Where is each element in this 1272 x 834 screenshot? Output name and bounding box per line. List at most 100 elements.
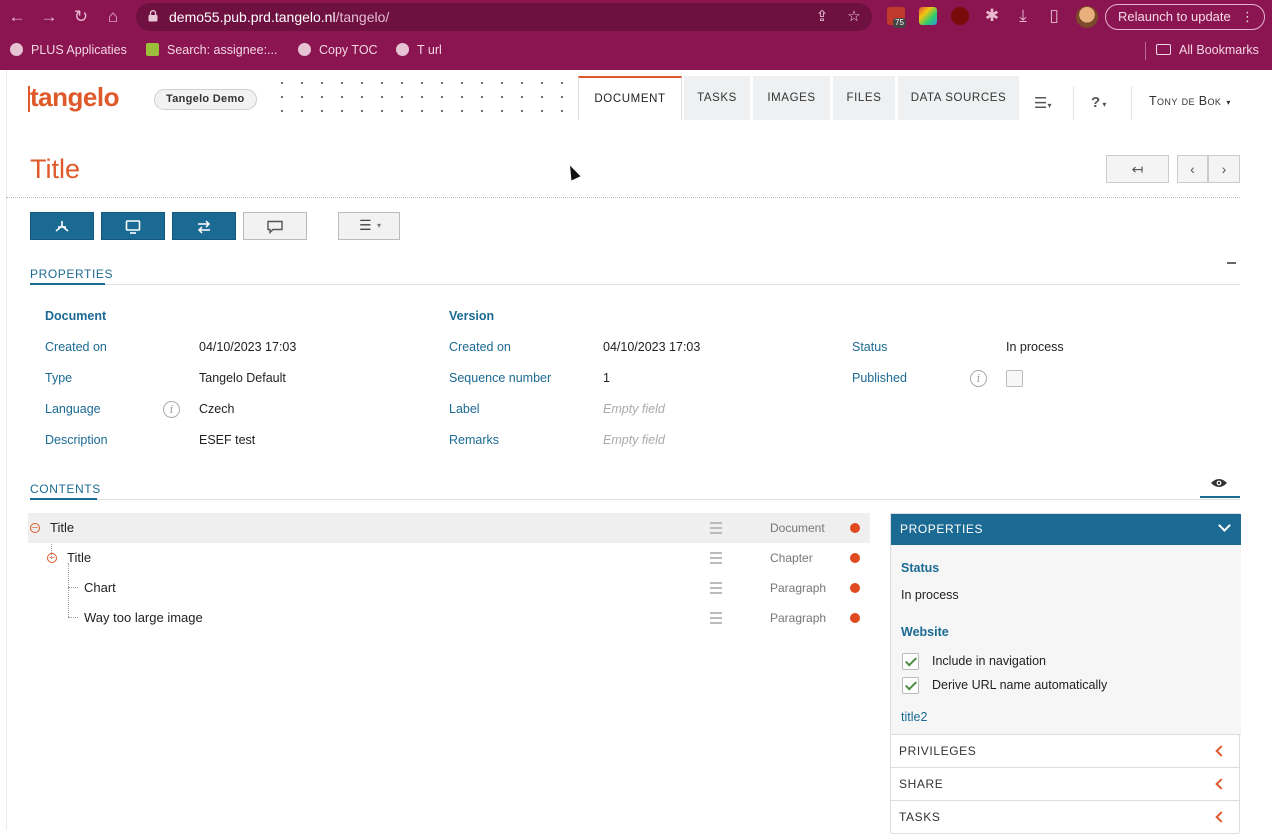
doc-type-value[interactable]: Tangelo Default [199, 371, 286, 385]
tree-item-label[interactable]: Way too large image [84, 610, 203, 625]
jira-icon [146, 43, 159, 56]
puzzle-extensions-icon[interactable]: ✱ [981, 5, 1003, 27]
tree-item-label[interactable]: Chart [84, 580, 116, 595]
bookmark-plus-applicaties[interactable]: PLUS Applicaties [10, 43, 127, 57]
chevron-down-icon[interactable] [1218, 519, 1231, 532]
eye-underline [1200, 496, 1240, 498]
privileges-accordion[interactable]: PRIVILEGES [891, 735, 1239, 768]
back-to-list-button[interactable]: ↤ [1106, 155, 1169, 183]
tree-item-label[interactable]: Title [50, 520, 74, 535]
derive-url-checkbox[interactable] [902, 677, 919, 694]
forward-arrow-icon[interactable]: → [38, 6, 60, 28]
tree-item-type: Paragraph [770, 611, 827, 625]
ver-label-field[interactable]: Empty field [603, 402, 665, 416]
properties-section-title[interactable]: PROPERTIES [30, 267, 113, 281]
globe-icon [10, 43, 23, 56]
collapse-toggle-icon[interactable]: – [30, 523, 40, 533]
share-icon[interactable]: ⇪ [812, 7, 832, 27]
bookmark-label: T url [417, 43, 442, 57]
contents-section-title[interactable]: CONTENTS [30, 482, 101, 496]
drag-handle-icon[interactable] [710, 552, 722, 564]
share-accordion[interactable]: SHARE [891, 768, 1239, 801]
address-bar[interactable]: demo55.pub.prd.tangelo.nl/tangelo/ ⇪ ☆ [136, 3, 872, 31]
accordion-label: PRIVILEGES [899, 744, 977, 758]
url-text[interactable]: demo55.pub.prd.tangelo.nl/tangelo/ [169, 9, 389, 25]
app: tangelo Tangelo Demo DOCUMENT TASKS IMAG… [0, 70, 1272, 834]
ublock-extension-icon[interactable] [951, 7, 969, 25]
comment-button[interactable] [243, 212, 307, 240]
tree-item-label[interactable]: Title [67, 550, 91, 565]
all-bookmarks[interactable]: All Bookmarks [1156, 43, 1259, 57]
tangelo-logo[interactable]: tangelo [28, 82, 119, 113]
pdf-icon [55, 221, 69, 232]
ver-created-label: Created on [449, 340, 511, 354]
relaunch-button[interactable]: Relaunch to update ⋮ [1105, 4, 1265, 30]
side-properties-panel: PROPERTIES Status In process Website Inc… [890, 513, 1241, 834]
doc-description-label: Description [45, 433, 108, 447]
browser-chrome: ← → ↻ ⌂ demo55.pub.prd.tangelo.nl/tangel… [0, 0, 1272, 70]
collapse-icon[interactable] [1227, 262, 1236, 264]
info-icon[interactable]: i [970, 370, 987, 387]
more-actions-dropdown[interactable]: ☰ ▾ [338, 212, 400, 240]
relaunch-label: Relaunch to update [1118, 9, 1231, 24]
bookmark-search-assignee[interactable]: Search: assignee:... [146, 43, 277, 57]
tree-row[interactable]: Way too large image Paragraph [28, 603, 870, 633]
drag-handle-icon[interactable] [710, 582, 722, 594]
collapse-toggle-icon[interactable]: – [47, 553, 57, 563]
tab-tasks[interactable]: TASKS [684, 76, 750, 120]
bookmark-copy-toc[interactable]: Copy TOC [298, 43, 378, 57]
tab-files[interactable]: FILES [833, 76, 895, 120]
side-status-heading: Status [901, 561, 940, 575]
contents-underline [30, 498, 97, 500]
include-navigation-checkbox[interactable] [902, 653, 919, 670]
star-icon[interactable]: ☆ [844, 7, 864, 27]
published-checkbox[interactable] [1006, 370, 1023, 387]
bookmarks-bar: PLUS Applicaties Search: assignee:... Co… [0, 36, 1272, 66]
drag-handle-icon[interactable] [710, 612, 722, 624]
properties-underline [30, 283, 105, 285]
globe-icon [298, 43, 311, 56]
preview-button[interactable] [101, 212, 165, 240]
profile-avatar[interactable] [1076, 6, 1098, 28]
eye-icon[interactable] [1210, 477, 1228, 489]
home-icon[interactable]: ⌂ [102, 6, 124, 28]
status-label: Status [852, 340, 888, 354]
back-arrow-icon[interactable]: ← [6, 6, 28, 28]
download-icon[interactable]: ⤓ [1012, 5, 1034, 27]
bookmark-t-url[interactable]: T url [396, 43, 442, 57]
more-vert-icon: ⋮ [1241, 9, 1254, 24]
website-heading: Website [901, 625, 949, 639]
reload-icon[interactable]: ↻ [70, 6, 92, 28]
environment-badge: Tangelo Demo [154, 89, 257, 110]
compare-button[interactable] [172, 212, 236, 240]
tree-row[interactable]: – Title Chapter [28, 543, 870, 573]
color-extension-icon[interactable] [919, 7, 937, 25]
ver-created-value: 04/10/2023 17:03 [603, 340, 701, 354]
side-panel-icon[interactable]: ▯ [1043, 5, 1065, 27]
tree-row[interactable]: Chart Paragraph [28, 573, 870, 603]
doc-description-value[interactable]: ESEF test [199, 433, 255, 447]
side-panel-header[interactable]: PROPERTIES [891, 514, 1241, 545]
status-dot [850, 523, 860, 533]
info-icon[interactable]: i [163, 401, 180, 418]
help-menu[interactable]: ? ▾ [1091, 94, 1106, 111]
next-button[interactable]: › [1208, 155, 1240, 183]
tab-data-sources[interactable]: DATA SOURCES [898, 76, 1019, 120]
browser-toolbar: ← → ↻ ⌂ demo55.pub.prd.tangelo.nl/tangel… [0, 0, 1272, 34]
user-menu[interactable]: Tony de Bok ▾ [1149, 94, 1231, 108]
status-dot [850, 583, 860, 593]
tasks-accordion[interactable]: TASKS [891, 801, 1239, 834]
url-name-link[interactable]: title2 [901, 710, 927, 724]
drag-handle-icon[interactable] [710, 522, 722, 534]
published-label: Published [852, 371, 907, 385]
hamburger-menu-icon[interactable]: ☰▾ [1034, 94, 1051, 112]
previous-button[interactable]: ‹ [1177, 155, 1208, 183]
pdf-button[interactable] [30, 212, 94, 240]
tab-images[interactable]: IMAGES [753, 76, 830, 120]
mouse-cursor [565, 163, 581, 181]
doc-language-value[interactable]: Czech [199, 402, 234, 416]
tab-document[interactable]: DOCUMENT [578, 76, 682, 120]
ver-remarks-field[interactable]: Empty field [603, 433, 665, 447]
tree-row[interactable]: – Title Document [28, 513, 870, 543]
header-divider [1073, 86, 1074, 120]
